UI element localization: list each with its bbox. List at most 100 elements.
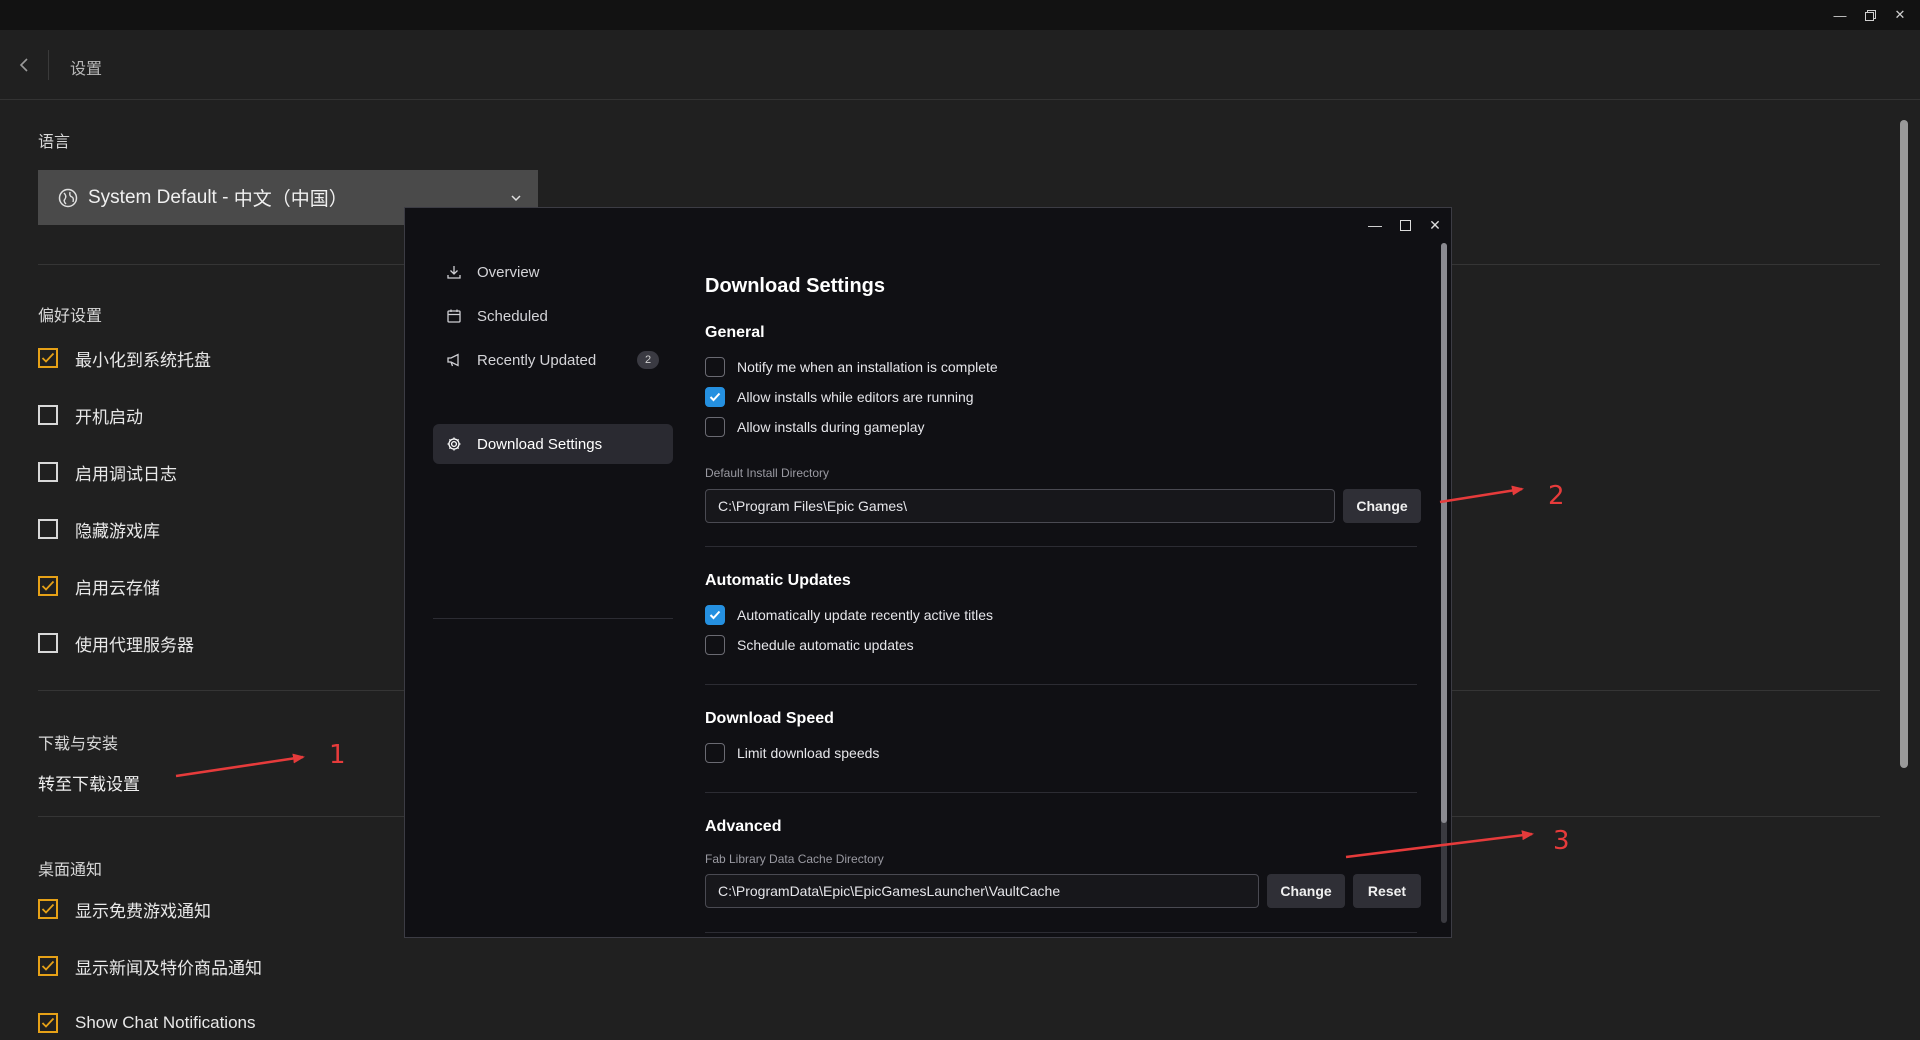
nav-item-label: Download Settings [477, 435, 603, 453]
annotation-number-1: 1 [329, 740, 346, 770]
nav-item-recently-updated[interactable]: Recently Updated 2 [433, 340, 673, 380]
checkbox-label: 最小化到系统托盘 [75, 350, 211, 370]
page-title: 设置 [70, 61, 103, 78]
checkbox-label: Automatically update recently active tit… [737, 607, 994, 623]
globe-icon [58, 188, 78, 207]
checkbox-label: Show Chat Notifications [75, 1013, 256, 1032]
count-badge: 2 [637, 351, 659, 369]
checkbox-label: 显示免费游戏通知 [75, 901, 211, 921]
preference-checkbox-row[interactable]: 启用调试日志 [38, 458, 177, 486]
cache-dir-label: Fab Library Data Cache Directory [705, 852, 884, 866]
install-dir-field[interactable]: C:\Program Files\Epic Games\ [705, 489, 1335, 523]
download-settings-dialog: — ✕ Overview Scheduled Recently Updated … [404, 207, 1452, 938]
checkbox[interactable] [38, 519, 58, 539]
section-divider [705, 684, 1417, 685]
preference-checkbox-row[interactable]: 启用云存储 [38, 572, 160, 600]
preference-checkbox-row[interactable]: Show Chat Notifications [38, 1009, 255, 1037]
checkbox-label: 隐藏游戏库 [75, 521, 160, 541]
checkbox[interactable] [705, 635, 725, 655]
checkbox-label: 显示新闻及特价商品通知 [75, 958, 262, 978]
automatic-updates-heading: Automatic Updates [705, 572, 851, 589]
dialog-scrollbar[interactable] [1441, 243, 1447, 923]
nav-item-scheduled[interactable]: Scheduled [433, 296, 673, 336]
checkbox[interactable] [38, 1013, 58, 1033]
checkbox[interactable] [38, 956, 58, 976]
checkbox[interactable] [38, 348, 58, 368]
nav-divider [433, 618, 673, 619]
checkbox[interactable] [38, 405, 58, 425]
close-icon[interactable]: ✕ [1885, 0, 1915, 30]
dialog-close-icon[interactable]: ✕ [1421, 214, 1449, 236]
download-speed-heading: Download Speed [705, 710, 834, 727]
checkbox-label: Limit download speeds [737, 745, 880, 761]
language-section-label: 语言 [38, 134, 71, 151]
main-scrollbar[interactable] [1900, 120, 1908, 768]
checkbox[interactable] [38, 576, 58, 596]
annotation-number-3: 3 [1553, 826, 1570, 856]
checkbox-label: Allow installs during gameplay [737, 419, 925, 435]
annotation-arrow-1 [175, 753, 305, 778]
dialog-title: Download Settings [705, 275, 885, 297]
preference-checkbox-row[interactable]: 显示免费游戏通知 [38, 895, 211, 923]
checkbox[interactable] [705, 743, 725, 763]
checkbox[interactable] [705, 357, 725, 377]
downloads-section-label: 下载与安装 [38, 736, 119, 753]
checkbox-label: 使用代理服务器 [75, 635, 194, 655]
language-select-prefix: System Default - [88, 186, 234, 208]
checkbox-label: Notify me when an installation is comple… [737, 359, 998, 375]
change-cache-dir-button[interactable]: Change [1267, 874, 1345, 908]
install-dir-label: Default Install Directory [705, 466, 830, 480]
annotation-number-2: 2 [1548, 481, 1565, 511]
checkbox-label: 开机启动 [75, 407, 143, 427]
option-checkbox-row[interactable]: Allow installs while editors are running [705, 386, 974, 408]
checkbox[interactable] [38, 633, 58, 653]
dialog-scrollbar-thumb[interactable] [1441, 243, 1447, 823]
section-divider [705, 792, 1417, 793]
option-checkbox-row[interactable]: Limit download speeds [705, 742, 879, 764]
go-to-download-settings-link[interactable]: 转至下载设置 [38, 770, 140, 795]
language-select-value: 中文（中国） [233, 189, 348, 210]
section-divider [705, 546, 1417, 547]
minimize-icon[interactable]: — [1825, 0, 1855, 30]
megaphone-icon [445, 351, 463, 369]
notifications-section-label: 桌面通知 [38, 862, 103, 879]
nav-item-label: Scheduled [477, 307, 548, 325]
checkbox-label: 启用云存储 [75, 578, 160, 598]
preference-checkbox-row[interactable]: 隐藏游戏库 [38, 515, 160, 543]
nav-item-download-settings[interactable]: Download Settings [433, 424, 673, 464]
checkbox[interactable] [705, 387, 725, 407]
preference-checkbox-row[interactable]: 最小化到系统托盘 [38, 344, 211, 372]
preference-checkbox-row[interactable]: 使用代理服务器 [38, 629, 194, 657]
checkbox-label: 启用调试日志 [75, 464, 177, 484]
option-checkbox-row[interactable]: Automatically update recently active tit… [705, 604, 993, 626]
checkbox[interactable] [705, 417, 725, 437]
checkbox[interactable] [705, 605, 725, 625]
dialog-maximize-icon[interactable] [1391, 214, 1419, 236]
restore-icon[interactable] [1855, 0, 1885, 30]
checkbox-label: Schedule automatic updates [737, 637, 914, 653]
preference-checkbox-row[interactable]: 开机启动 [38, 401, 143, 429]
nav-item-overview[interactable]: Overview [433, 252, 673, 292]
page-header: 设置 [0, 30, 1920, 100]
annotation-arrow-2 [1439, 485, 1524, 504]
option-checkbox-row[interactable]: Notify me when an installation is comple… [705, 356, 998, 378]
section-divider [705, 932, 1417, 933]
advanced-heading: Advanced [705, 818, 782, 835]
chevron-left-icon [19, 58, 28, 72]
preferences-section-label: 偏好设置 [38, 308, 103, 325]
nav-item-label: Overview [477, 263, 540, 281]
download-icon [445, 263, 463, 281]
reset-cache-dir-button[interactable]: Reset [1353, 874, 1421, 908]
option-checkbox-row[interactable]: Schedule automatic updates [705, 634, 914, 656]
preference-checkbox-row[interactable]: 显示新闻及特价商品通知 [38, 952, 262, 980]
general-heading: General [705, 324, 765, 341]
back-button[interactable] [12, 50, 36, 80]
dialog-minimize-icon[interactable]: — [1361, 214, 1389, 236]
nav-item-label: Recently Updated [477, 351, 597, 369]
checkbox[interactable] [38, 462, 58, 482]
cache-dir-field[interactable]: C:\ProgramData\Epic\EpicGamesLauncher\Va… [705, 874, 1259, 908]
gear-icon [445, 435, 463, 453]
option-checkbox-row[interactable]: Allow installs during gameplay [705, 416, 925, 438]
change-install-dir-button[interactable]: Change [1343, 489, 1421, 523]
checkbox[interactable] [38, 899, 58, 919]
